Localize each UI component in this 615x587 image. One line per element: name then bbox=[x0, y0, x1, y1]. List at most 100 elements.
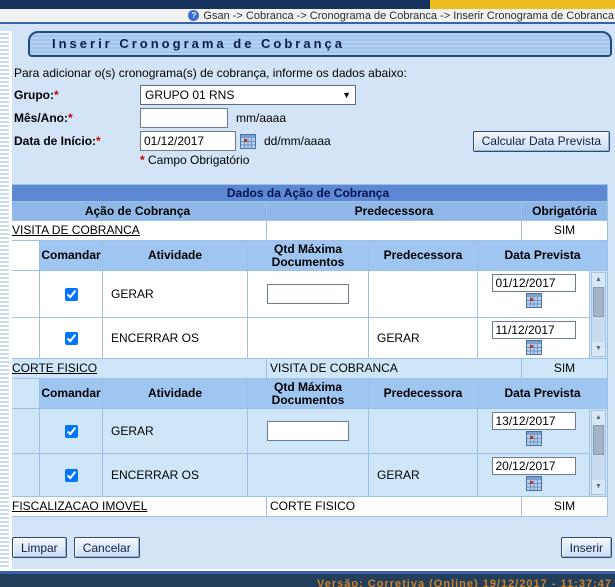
qtd-maxima-input[interactable] bbox=[267, 421, 349, 441]
activity-row: GERAR bbox=[9, 409, 589, 453]
main-content: Inserir Cronograma de Cobrança Para adic… bbox=[0, 31, 615, 569]
comandar-checkbox[interactable] bbox=[65, 425, 78, 438]
limpar-button[interactable]: Limpar bbox=[12, 537, 67, 558]
scroll-down-icon[interactable] bbox=[592, 342, 605, 356]
scrollbar-thumb[interactable] bbox=[593, 287, 604, 317]
qtd-maxima-cell bbox=[248, 318, 368, 358]
activity-row: ENCERRAR OS GERAR bbox=[9, 318, 589, 358]
predecessora-cell: GERAR bbox=[369, 454, 477, 496]
action-link[interactable]: VISITA DE COBRANCA bbox=[12, 223, 140, 237]
action-predecessora bbox=[267, 221, 521, 240]
data-inicio-label: Data de Início:* bbox=[14, 134, 140, 148]
dados-acao-cobranca-table: Dados da Ação de Cobrança Ação de Cobran… bbox=[8, 184, 608, 517]
action-row-corte-fisico: CORTE FISICO VISITA DE COBRANCA SIM bbox=[9, 359, 607, 378]
chevron-down-icon: ▼ bbox=[342, 90, 351, 100]
row-spacer-cell bbox=[9, 318, 39, 358]
action-link[interactable]: FISCALIZACAO IMOVEL bbox=[12, 499, 147, 513]
table-header-row: Ação de Cobrança Predecessora Obrigatóri… bbox=[9, 202, 607, 220]
qtd-maxima-input[interactable] bbox=[267, 284, 349, 304]
col-acao-cobranca: Ação de Cobrança bbox=[9, 202, 266, 220]
scroll-down-icon[interactable] bbox=[592, 480, 605, 494]
qtd-maxima-cell bbox=[248, 454, 368, 496]
comandar-checkbox[interactable] bbox=[65, 332, 78, 345]
calcular-data-prevista-button[interactable]: Calcular Data Prevista bbox=[473, 131, 610, 152]
action-predecessora: CORTE FISICO bbox=[267, 497, 521, 516]
data-inicio-input[interactable] bbox=[140, 131, 236, 151]
scroll-area bbox=[590, 271, 607, 358]
required-note: * Campo Obrigatório bbox=[140, 153, 615, 169]
mes-ano-row: Mês/Ano:* mm/aaaa bbox=[14, 107, 615, 129]
action-obrigatoria: SIM bbox=[522, 359, 607, 378]
subtable-corner-cell bbox=[9, 241, 39, 270]
col-sub-predecessora: Predecessora bbox=[369, 241, 477, 270]
action-row-fiscalizacao-imovel: FISCALIZACAO IMOVEL CORTE FISICO SIM bbox=[9, 497, 607, 516]
comandar-checkbox[interactable] bbox=[65, 469, 78, 482]
cancelar-button[interactable]: Cancelar bbox=[74, 537, 140, 558]
col-obrigatoria: Obrigatória bbox=[522, 202, 607, 220]
scrollbar[interactable] bbox=[591, 410, 606, 495]
calendar-icon[interactable] bbox=[526, 293, 542, 308]
scroll-up-icon[interactable] bbox=[592, 411, 605, 425]
mes-ano-input[interactable] bbox=[140, 108, 228, 128]
data-inicio-row: Data de Início:* dd/mm/aaaa Calcular Dat… bbox=[14, 130, 615, 152]
comandar-checkbox[interactable] bbox=[65, 288, 78, 301]
col-predecessora: Predecessora bbox=[267, 202, 521, 220]
left-stripe-decoration bbox=[0, 31, 9, 569]
col-comandar: Comandar bbox=[40, 379, 102, 408]
grupo-select-value: GRUPO 01 RNS bbox=[145, 88, 234, 102]
atividade-cell: ENCERRAR OS bbox=[103, 454, 247, 496]
scrollbar-thumb[interactable] bbox=[593, 425, 604, 455]
data-prevista-input[interactable] bbox=[492, 321, 576, 339]
button-row: Limpar Cancelar Inserir bbox=[12, 537, 612, 558]
col-data-prevista: Data Prevista bbox=[478, 379, 607, 408]
subtable-header-row: Comandar Atividade Qtd Máxima Documentos… bbox=[9, 379, 607, 408]
col-data-prevista: Data Prevista bbox=[478, 241, 607, 270]
grupo-label: Grupo:* bbox=[14, 88, 140, 102]
version-text: Versão: Corretiva (Online) 19/12/2017 - … bbox=[317, 578, 612, 587]
action-obrigatoria: SIM bbox=[522, 221, 607, 240]
action-row-visita-de-cobranca: VISITA DE COBRANCA SIM bbox=[9, 221, 607, 240]
subtable-corner-cell bbox=[9, 379, 39, 408]
page-title: Inserir Cronograma de Cobrança bbox=[28, 31, 612, 57]
col-qtd-maxima: Qtd Máxima Documentos bbox=[248, 379, 368, 408]
calendar-icon[interactable] bbox=[526, 340, 542, 355]
atividade-cell: GERAR bbox=[103, 409, 247, 453]
top-accent-bar bbox=[0, 0, 615, 9]
table-title: Dados da Ação de Cobrança bbox=[9, 185, 607, 201]
predecessora-cell: GERAR bbox=[369, 318, 477, 358]
grupo-row: Grupo:* GRUPO 01 RNS ▼ bbox=[14, 84, 615, 106]
inserir-button[interactable]: Inserir bbox=[561, 537, 612, 558]
action-predecessora: VISITA DE COBRANCA bbox=[267, 359, 521, 378]
activities-subtable: Comandar Atividade Qtd Máxima Documentos… bbox=[9, 241, 607, 358]
grupo-select[interactable]: GRUPO 01 RNS ▼ bbox=[140, 85, 356, 105]
data-prevista-input[interactable] bbox=[492, 274, 576, 292]
subtable-header-row: Comandar Atividade Qtd Máxima Documentos… bbox=[9, 241, 607, 270]
col-sub-predecessora: Predecessora bbox=[369, 379, 477, 408]
scroll-up-icon[interactable] bbox=[592, 273, 605, 287]
activities-subtable: Comandar Atividade Qtd Máxima Documentos… bbox=[9, 379, 607, 496]
divider bbox=[0, 22, 615, 24]
col-qtd-maxima: Qtd Máxima Documentos bbox=[248, 241, 368, 270]
data-inicio-hint: dd/mm/aaaa bbox=[264, 134, 331, 148]
instruction-text: Para adicionar o(s) cronograma(s) de cob… bbox=[14, 66, 615, 81]
help-icon[interactable]: ? bbox=[188, 10, 199, 21]
calendar-icon[interactable] bbox=[526, 431, 542, 446]
mes-ano-label: Mês/Ano:* bbox=[14, 111, 140, 125]
action-obrigatoria: SIM bbox=[522, 497, 607, 516]
action-link[interactable]: CORTE FISICO bbox=[12, 361, 97, 375]
data-prevista-input[interactable] bbox=[492, 457, 576, 475]
calendar-icon[interactable] bbox=[240, 134, 256, 149]
calendar-icon[interactable] bbox=[526, 476, 542, 491]
mes-ano-hint: mm/aaaa bbox=[236, 111, 286, 125]
left-white-band bbox=[9, 31, 12, 569]
scrollbar[interactable] bbox=[591, 272, 606, 357]
atividade-cell: ENCERRAR OS bbox=[103, 318, 247, 358]
row-spacer-cell bbox=[9, 271, 39, 317]
data-prevista-input[interactable] bbox=[492, 412, 576, 430]
predecessora-cell bbox=[369, 409, 477, 453]
breadcrumb[interactable]: Gsan -> Cobranca -> Cronograma de Cobran… bbox=[203, 10, 614, 22]
predecessora-cell bbox=[369, 271, 477, 317]
col-comandar: Comandar bbox=[40, 241, 102, 270]
activity-row: ENCERRAR OS GERAR bbox=[9, 454, 589, 496]
activity-row: GERAR bbox=[9, 271, 589, 317]
